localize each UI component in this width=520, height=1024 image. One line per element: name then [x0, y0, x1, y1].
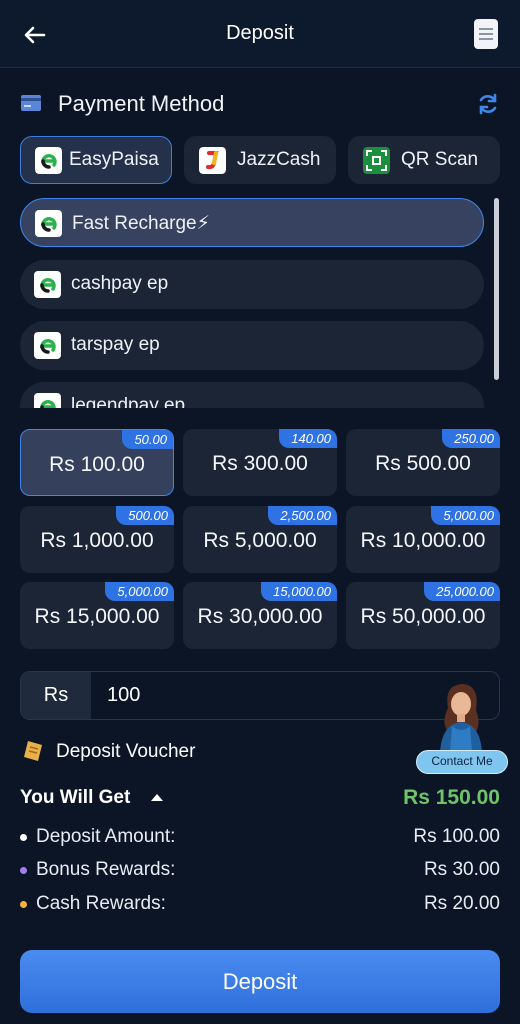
page-title: Deposit: [226, 22, 294, 44]
amount-value: Rs 15,000.00: [34, 605, 160, 628]
channel-label: tarspay ep: [71, 334, 160, 355]
refresh-icon[interactable]: [476, 92, 500, 116]
bonus-badge: 25,000.00: [424, 582, 500, 601]
caret-up-icon: [151, 794, 163, 801]
detail-row-deposit: Deposit Amount: Rs 100.00: [20, 826, 500, 850]
currency-prefix: Rs: [21, 672, 91, 719]
channel-item-fast-recharge[interactable]: Fast Recharge⚡: [20, 198, 484, 247]
detail-row-bonus: Bonus Rewards: Rs 30.00: [20, 859, 500, 883]
amount-value: Rs 1,000.00: [40, 529, 154, 552]
easypaisa-logo: [35, 210, 62, 237]
contact-widget[interactable]: Contact Me: [416, 678, 508, 774]
deposit-button[interactable]: Deposit: [20, 950, 500, 1013]
top-bar: Deposit: [0, 0, 520, 68]
amount-value: Rs 500.00: [375, 452, 471, 475]
tab-label: EasyPaisa: [69, 149, 159, 170]
summary-toggle[interactable]: You Will Get Rs 150.00: [20, 786, 500, 812]
bullet-dot: [20, 901, 27, 908]
summary-total: Rs 150.00: [403, 786, 500, 809]
amount-option[interactable]: 5,000.00 Rs 15,000.00: [20, 582, 174, 649]
voucher-label: Deposit Voucher: [56, 741, 196, 762]
amount-value: Rs 100.00: [49, 453, 145, 476]
detail-label: Bonus Rewards:: [36, 859, 176, 880]
support-agent-avatar: [440, 684, 482, 752]
detail-value: Rs 30.00: [423, 859, 500, 880]
amount-value: Rs 300.00: [212, 452, 308, 475]
amount-value: Rs 10,000.00: [360, 529, 486, 552]
amount-value: Rs 30,000.00: [197, 605, 323, 628]
bullet-dot: [20, 867, 27, 874]
tab-label: QR Scan: [401, 149, 479, 170]
bonus-badge: 5,000.00: [431, 506, 500, 525]
payment-method-header: Payment Method: [20, 88, 500, 120]
amount-option[interactable]: 2,500.00 Rs 5,000.00: [183, 506, 337, 573]
channel-list: Fast Recharge⚡ cashpay ep tarspay ep leg…: [20, 198, 490, 408]
detail-label: Cash Rewards:: [36, 893, 166, 914]
document-menu-icon[interactable]: [474, 19, 498, 49]
voucher-ticket-icon: [24, 741, 42, 761]
amount-option[interactable]: 250.00 Rs 500.00: [346, 429, 500, 496]
detail-value: Rs 20.00: [423, 893, 500, 914]
amount-value: Rs 50,000.00: [360, 605, 486, 628]
channel-label: legendpay ep: [71, 395, 186, 408]
qr-scan-logo: [363, 147, 390, 174]
tab-jazzcash[interactable]: JazzCash: [184, 136, 336, 184]
summary-label: You Will Get: [20, 787, 131, 808]
tab-easypaisa[interactable]: EasyPaisa: [20, 136, 172, 184]
amount-option[interactable]: 50.00 Rs 100.00: [20, 429, 174, 496]
bonus-badge: 250.00: [442, 429, 500, 448]
channel-label: cashpay ep: [71, 273, 169, 294]
amount-option[interactable]: 5,000.00 Rs 10,000.00: [346, 506, 500, 573]
bonus-badge: 5,000.00: [105, 582, 174, 601]
bonus-badge: 15,000.00: [261, 582, 337, 601]
amount-input[interactable]: [91, 672, 421, 719]
easypaisa-logo: [34, 332, 61, 359]
tab-label: JazzCash: [237, 149, 321, 170]
channel-item-tarspay[interactable]: tarspay ep: [20, 321, 484, 370]
amount-option[interactable]: 25,000.00 Rs 50,000.00: [346, 582, 500, 649]
detail-row-cash: Cash Rewards: Rs 20.00: [20, 893, 500, 917]
amount-option[interactable]: 500.00 Rs 1,000.00: [20, 506, 174, 573]
easypaisa-logo: [34, 271, 61, 298]
contact-me-button[interactable]: Contact Me: [416, 750, 508, 774]
easypaisa-logo: [34, 393, 61, 408]
amount-option[interactable]: 140.00 Rs 300.00: [183, 429, 337, 496]
jazzcash-logo: [199, 147, 226, 174]
channel-label: Fast Recharge⚡: [72, 213, 210, 234]
channel-item-legendpay[interactable]: legendpay ep: [20, 382, 484, 408]
bonus-badge: 140.00: [279, 429, 337, 448]
channel-item-cashpay[interactable]: cashpay ep: [20, 260, 484, 309]
section-title: Payment Method: [58, 91, 225, 116]
detail-value: Rs 100.00: [413, 826, 500, 847]
channel-scrollbar[interactable]: [494, 198, 499, 380]
bonus-badge: 50.00: [122, 430, 173, 449]
amount-option[interactable]: 15,000.00 Rs 30,000.00: [183, 582, 337, 649]
detail-label: Deposit Amount:: [36, 826, 176, 847]
bonus-badge: 2,500.00: [268, 506, 337, 525]
bonus-badge: 500.00: [116, 506, 174, 525]
amount-value: Rs 5,000.00: [203, 529, 317, 552]
bullet-dot: [20, 834, 27, 841]
credit-card-icon: [21, 95, 41, 111]
tab-qr-scan[interactable]: QR Scan: [348, 136, 500, 184]
easypaisa-logo: [35, 147, 62, 174]
